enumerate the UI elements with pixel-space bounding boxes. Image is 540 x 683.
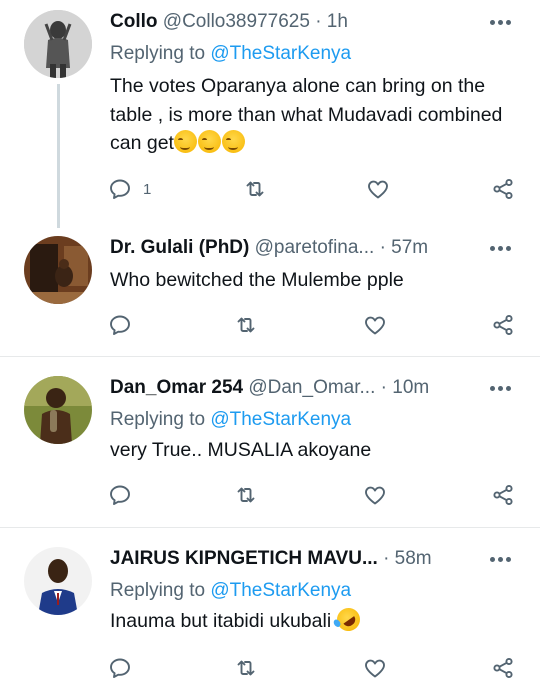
- action-bar: 1: [108, 176, 518, 204]
- avatar[interactable]: [24, 547, 92, 615]
- tweet-text: Inauma but itabidi ukubali: [110, 603, 516, 636]
- action-bar: [108, 482, 518, 510]
- replying-to: Replying to @TheStarKenya: [110, 42, 351, 66]
- reply-icon: [110, 658, 130, 678]
- tweet-collo[interactable]: Collo @Collo38977625 · 1h Replying to @T…: [0, 0, 540, 228]
- display-name[interactable]: Dr. Gulali (PhD): [110, 237, 249, 258]
- retweet-icon: [237, 317, 255, 333]
- like-icon: [365, 659, 385, 678]
- user-handle[interactable]: @Dan_Omar...: [248, 377, 375, 398]
- share-icon: [493, 657, 513, 679]
- display-name[interactable]: Dan_Omar 254: [110, 377, 243, 398]
- reply-icon: [110, 315, 130, 335]
- divider: [0, 527, 540, 528]
- tweet-text-body: The votes Oparanya alone can bring on th…: [110, 75, 503, 154]
- display-name[interactable]: Collo: [110, 11, 158, 32]
- timestamp[interactable]: · 1h: [315, 11, 348, 32]
- avatar-image: [24, 236, 92, 304]
- like-icon: [365, 486, 385, 505]
- share-button[interactable]: [491, 482, 515, 508]
- user-handle[interactable]: @paretofina...: [255, 237, 375, 258]
- reply-button[interactable]: 1: [108, 176, 151, 202]
- like-icon: [365, 316, 385, 335]
- tweet-header: JAIRUS KIPNGETICH MAVU... · 58m: [110, 547, 480, 571]
- avatar-image: [24, 376, 92, 444]
- action-bar: [108, 655, 518, 683]
- share-icon: [493, 178, 513, 200]
- tweet-text: Who bewitched the Mulembe pple: [110, 266, 516, 295]
- more-icon[interactable]: [490, 557, 512, 563]
- rolling-on-floor-laughing-emoji: [332, 603, 365, 636]
- user-handle[interactable]: @Collo38977625: [163, 11, 310, 32]
- share-icon: [493, 314, 513, 336]
- emoji-group: [173, 130, 246, 154]
- mention-link[interactable]: @TheStarKenya: [210, 580, 351, 601]
- tweet-dan-omar[interactable]: Dan_Omar 254 @Dan_Omar... · 10m Replying…: [0, 366, 540, 526]
- retweet-icon: [237, 660, 255, 676]
- relieved-face-emoji: [173, 130, 197, 153]
- timestamp[interactable]: · 58m: [383, 548, 432, 569]
- avatar[interactable]: [24, 236, 92, 304]
- retweet-button[interactable]: [234, 482, 258, 508]
- share-icon: [493, 484, 513, 506]
- mention-link[interactable]: @TheStarKenya: [210, 409, 351, 430]
- tweet-text: very True.. MUSALIA akoyane: [110, 436, 516, 465]
- tweet-dr-gulali[interactable]: Dr. Gulali (PhD) @paretofina... · 57m Wh…: [0, 226, 540, 356]
- replying-to-label: Replying to: [110, 43, 206, 64]
- timestamp[interactable]: · 10m: [381, 377, 430, 398]
- like-button[interactable]: [363, 655, 387, 681]
- avatar-image: [24, 10, 92, 78]
- avatar-image: [24, 547, 92, 615]
- retweet-icon: [237, 487, 255, 503]
- thread-line: [57, 84, 60, 228]
- tweet-text-body: very True.. MUSALIA akoyane: [110, 439, 372, 461]
- tweet-header: Collo @Collo38977625 · 1h: [110, 10, 480, 34]
- reply-button[interactable]: [108, 655, 132, 681]
- action-bar: [108, 312, 518, 340]
- like-button[interactable]: [363, 312, 387, 338]
- tweet-header: Dr. Gulali (PhD) @paretofina... · 57m: [110, 236, 480, 260]
- timestamp[interactable]: · 57m: [380, 237, 429, 258]
- relieved-face-emoji: [221, 130, 245, 153]
- like-icon: [368, 180, 388, 199]
- like-button[interactable]: [363, 482, 387, 508]
- retweet-button[interactable]: [234, 655, 258, 681]
- replying-to-label: Replying to: [110, 580, 206, 601]
- more-icon[interactable]: [490, 20, 512, 26]
- more-icon[interactable]: [490, 386, 512, 392]
- retweet-icon: [246, 181, 264, 197]
- tweet-jairus[interactable]: JAIRUS KIPNGETICH MAVU... · 58m Replying…: [0, 537, 540, 682]
- share-button[interactable]: [491, 655, 515, 681]
- replying-to-label: Replying to: [110, 409, 206, 430]
- reply-button[interactable]: [108, 312, 132, 338]
- replying-to: Replying to @TheStarKenya: [110, 408, 351, 432]
- reply-icon: [110, 485, 130, 505]
- like-button[interactable]: [366, 176, 390, 202]
- reply-button[interactable]: [108, 482, 132, 508]
- tweet-text-body: Inauma but itabidi ukubali: [110, 610, 332, 632]
- tweet-header: Dan_Omar 254 @Dan_Omar... · 10m: [110, 376, 480, 400]
- tweet-text: The votes Oparanya alone can bring on th…: [110, 72, 516, 158]
- relieved-face-emoji: [197, 130, 221, 153]
- retweet-button[interactable]: [243, 176, 267, 202]
- tweet-text-body: Who bewitched the Mulembe pple: [110, 269, 404, 291]
- retweet-button[interactable]: [234, 312, 258, 338]
- avatar[interactable]: [24, 376, 92, 444]
- reply-icon: [110, 179, 130, 199]
- share-button[interactable]: [491, 176, 515, 202]
- avatar[interactable]: [24, 10, 92, 78]
- divider: [0, 356, 540, 357]
- more-icon[interactable]: [490, 246, 512, 252]
- display-name[interactable]: JAIRUS KIPNGETICH MAVU...: [110, 548, 378, 569]
- mention-link[interactable]: @TheStarKenya: [210, 43, 351, 64]
- share-button[interactable]: [491, 312, 515, 338]
- replying-to: Replying to @TheStarKenya: [110, 579, 351, 603]
- reply-count: 1: [143, 180, 152, 198]
